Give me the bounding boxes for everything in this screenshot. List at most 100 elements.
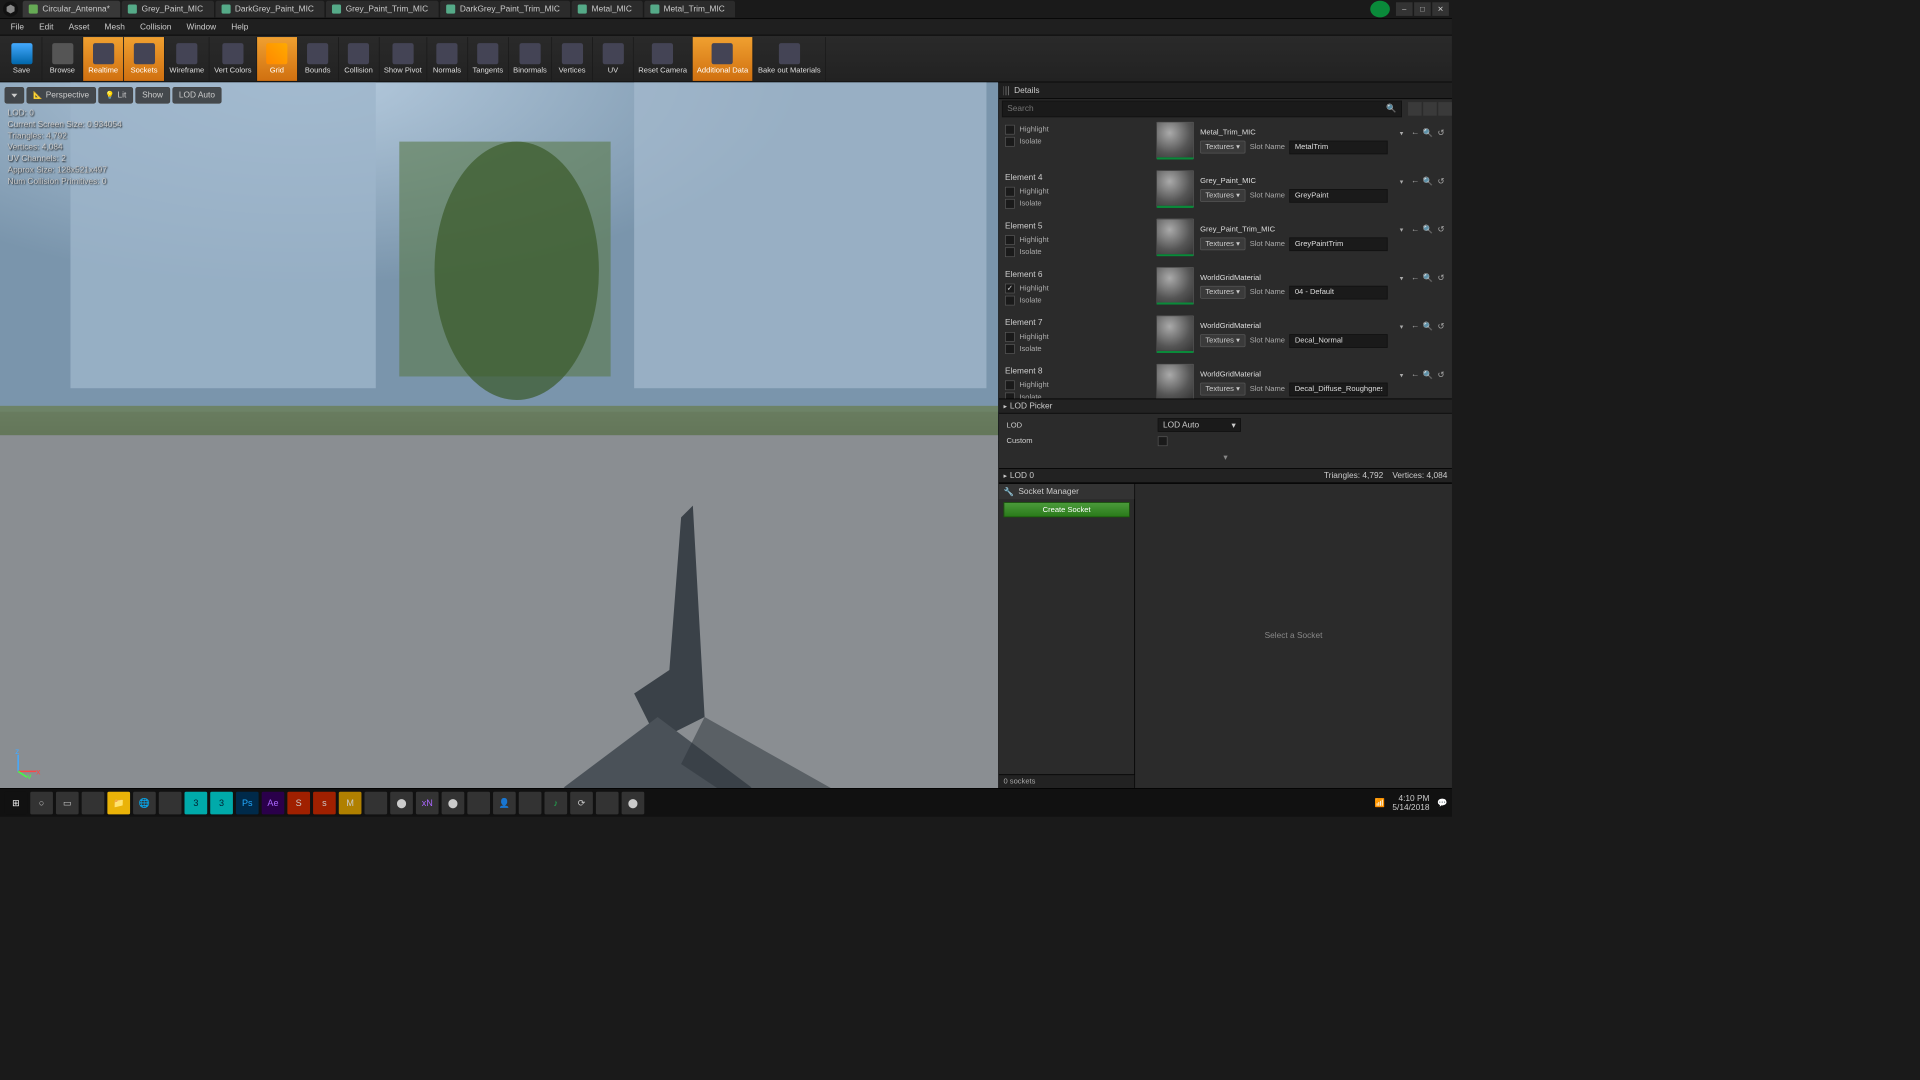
highlight-checkbox[interactable]	[1005, 380, 1015, 390]
slot-name-input[interactable]	[1290, 334, 1388, 348]
material-dropdown[interactable]	[1400, 371, 1408, 379]
highlight-checkbox[interactable]	[1005, 284, 1015, 294]
use-selected-icon[interactable]: ←	[1410, 321, 1420, 331]
material-dropdown[interactable]	[1400, 225, 1408, 233]
section-lod0[interactable]: ▸LOD 0 Triangles: 4,792 Vertices: 4,084	[999, 468, 1452, 483]
material-thumbnail[interactable]	[1156, 267, 1194, 305]
explorer-icon[interactable]: 📁	[107, 791, 130, 814]
photoshop-icon[interactable]: Ps	[236, 791, 259, 814]
tab-grey-paint-mic[interactable]: Grey_Paint_MIC	[122, 1, 214, 18]
maximize-button[interactable]: □	[1414, 2, 1431, 16]
slot-name-input[interactable]	[1290, 285, 1388, 299]
substance-icon-2[interactable]: s	[313, 791, 336, 814]
slot-name-input[interactable]	[1290, 382, 1388, 396]
details-header[interactable]: Details	[999, 82, 1452, 99]
menu-window[interactable]: Window	[179, 20, 224, 34]
custom-checkbox[interactable]	[1158, 436, 1168, 446]
clock[interactable]: 4:10 PM 5/14/2018	[1392, 794, 1429, 812]
browse-icon[interactable]: 🔍	[1423, 273, 1433, 283]
browse-icon[interactable]: 🔍	[1423, 369, 1433, 379]
textures-dropdown[interactable]: Textures ▾	[1200, 334, 1245, 347]
toolbar-wireframe[interactable]: Wireframe	[165, 37, 210, 81]
toolbar-realtime[interactable]: Realtime	[83, 37, 124, 81]
toolbar-bounds[interactable]: Bounds	[298, 37, 339, 81]
material-thumbnail[interactable]	[1156, 219, 1194, 257]
menu-asset[interactable]: Asset	[61, 20, 97, 34]
app-icon-4[interactable]	[467, 791, 490, 814]
material-thumbnail[interactable]	[1156, 170, 1194, 208]
tray-wifi-icon[interactable]: 📶	[1375, 798, 1385, 808]
textures-dropdown[interactable]: Textures ▾	[1200, 286, 1245, 299]
start-button[interactable]: ⊞	[5, 791, 28, 814]
epic-award-icon[interactable]	[1370, 1, 1390, 18]
reset-icon[interactable]: ↺	[1436, 127, 1446, 137]
browse-icon[interactable]: 🔍	[1423, 127, 1433, 137]
isolate-checkbox[interactable]	[1005, 137, 1015, 147]
textures-dropdown[interactable]: Textures ▾	[1200, 141, 1245, 154]
tab-darkgrey-paint-mic[interactable]: DarkGrey_Paint_MIC	[215, 1, 324, 18]
epic-launcher-icon[interactable]	[82, 791, 105, 814]
use-selected-icon[interactable]: ←	[1410, 127, 1420, 137]
steam-icon[interactable]: ⟳	[570, 791, 593, 814]
spotify-icon[interactable]: ♪	[544, 791, 567, 814]
tab-circular-antenna[interactable]: Circular_Antenna*	[23, 1, 121, 18]
use-selected-icon[interactable]: ←	[1410, 369, 1420, 379]
slot-name-input[interactable]	[1290, 140, 1388, 154]
app-icon-2[interactable]	[364, 791, 387, 814]
textures-dropdown[interactable]: Textures ▾	[1200, 189, 1245, 202]
highlight-checkbox[interactable]	[1005, 125, 1015, 135]
use-selected-icon[interactable]: ←	[1410, 224, 1420, 234]
viewport-options-button[interactable]	[5, 87, 25, 104]
isolate-checkbox[interactable]	[1005, 344, 1015, 354]
system-tray[interactable]: 📶 4:10 PM 5/14/2018 💬	[1375, 794, 1448, 812]
lod-dropdown[interactable]: LOD Auto▾	[1158, 418, 1241, 432]
menu-collision[interactable]: Collision	[132, 20, 179, 34]
aftereffects-icon[interactable]: Ae	[262, 791, 285, 814]
obs-icon[interactable]: ⬤	[390, 791, 413, 814]
toolbar-uv[interactable]: UV	[593, 37, 634, 81]
use-selected-icon[interactable]: ←	[1410, 176, 1420, 186]
notifications-icon[interactable]: 💬	[1437, 798, 1447, 808]
isolate-checkbox[interactable]	[1005, 296, 1015, 306]
substance-icon[interactable]: S	[287, 791, 310, 814]
marmoset-icon[interactable]: M	[339, 791, 362, 814]
toolbar-binormals[interactable]: Binormals	[509, 37, 552, 81]
reset-icon[interactable]: ↺	[1436, 321, 1446, 331]
view-matrix-icon[interactable]	[1408, 102, 1422, 116]
socket-manager-header[interactable]: 🔧 Socket Manager	[999, 484, 1134, 499]
menu-help[interactable]: Help	[224, 20, 256, 34]
browse-icon[interactable]: 🔍	[1423, 321, 1433, 331]
menu-edit[interactable]: Edit	[32, 20, 61, 34]
viewport[interactable]: 📐 Perspective 💡 Lit Show LOD Auto LOD: 0…	[0, 82, 998, 788]
toolbar-grid[interactable]: Grid	[257, 37, 298, 81]
material-dropdown[interactable]	[1400, 322, 1408, 330]
toolbar-show-pivot[interactable]: Show Pivot	[379, 37, 427, 81]
expand-button[interactable]: ▾	[1007, 451, 1445, 464]
toolbar-reset-camera[interactable]: Reset Camera	[634, 37, 693, 81]
tab-metal-trim-mic[interactable]: Metal_Trim_MIC	[644, 1, 735, 18]
xn-icon[interactable]: xN	[416, 791, 439, 814]
use-selected-icon[interactable]: ←	[1410, 273, 1420, 283]
material-dropdown[interactable]	[1400, 177, 1408, 185]
browse-icon[interactable]: 🔍	[1423, 176, 1433, 186]
app-icon-6[interactable]	[596, 791, 619, 814]
toolbar-vert-colors[interactable]: Vert Colors	[210, 37, 257, 81]
browse-icon[interactable]: 🔍	[1423, 224, 1433, 234]
textures-dropdown[interactable]: Textures ▾	[1200, 383, 1245, 396]
toolbar-save[interactable]: Save	[2, 37, 43, 81]
toolbar-collision[interactable]: Collision	[338, 37, 379, 81]
material-thumbnail[interactable]	[1156, 122, 1194, 160]
unreal-icon[interactable]: ⬤	[622, 791, 645, 814]
toolbar-browse[interactable]: Browse	[42, 37, 83, 81]
view-eye-icon[interactable]	[1438, 102, 1452, 116]
create-socket-button[interactable]: Create Socket	[1003, 502, 1129, 517]
highlight-checkbox[interactable]	[1005, 187, 1015, 197]
details-search[interactable]: 🔍	[1002, 101, 1402, 118]
toolbar-additional-data[interactable]: Additional Data	[692, 37, 753, 81]
discord-icon[interactable]	[519, 791, 542, 814]
app-icon-5[interactable]: 👤	[493, 791, 516, 814]
viewport-lod-button[interactable]: LOD Auto	[172, 87, 222, 104]
material-thumbnail[interactable]	[1156, 315, 1194, 353]
menu-mesh[interactable]: Mesh	[97, 20, 132, 34]
minimize-button[interactable]: –	[1396, 2, 1413, 16]
